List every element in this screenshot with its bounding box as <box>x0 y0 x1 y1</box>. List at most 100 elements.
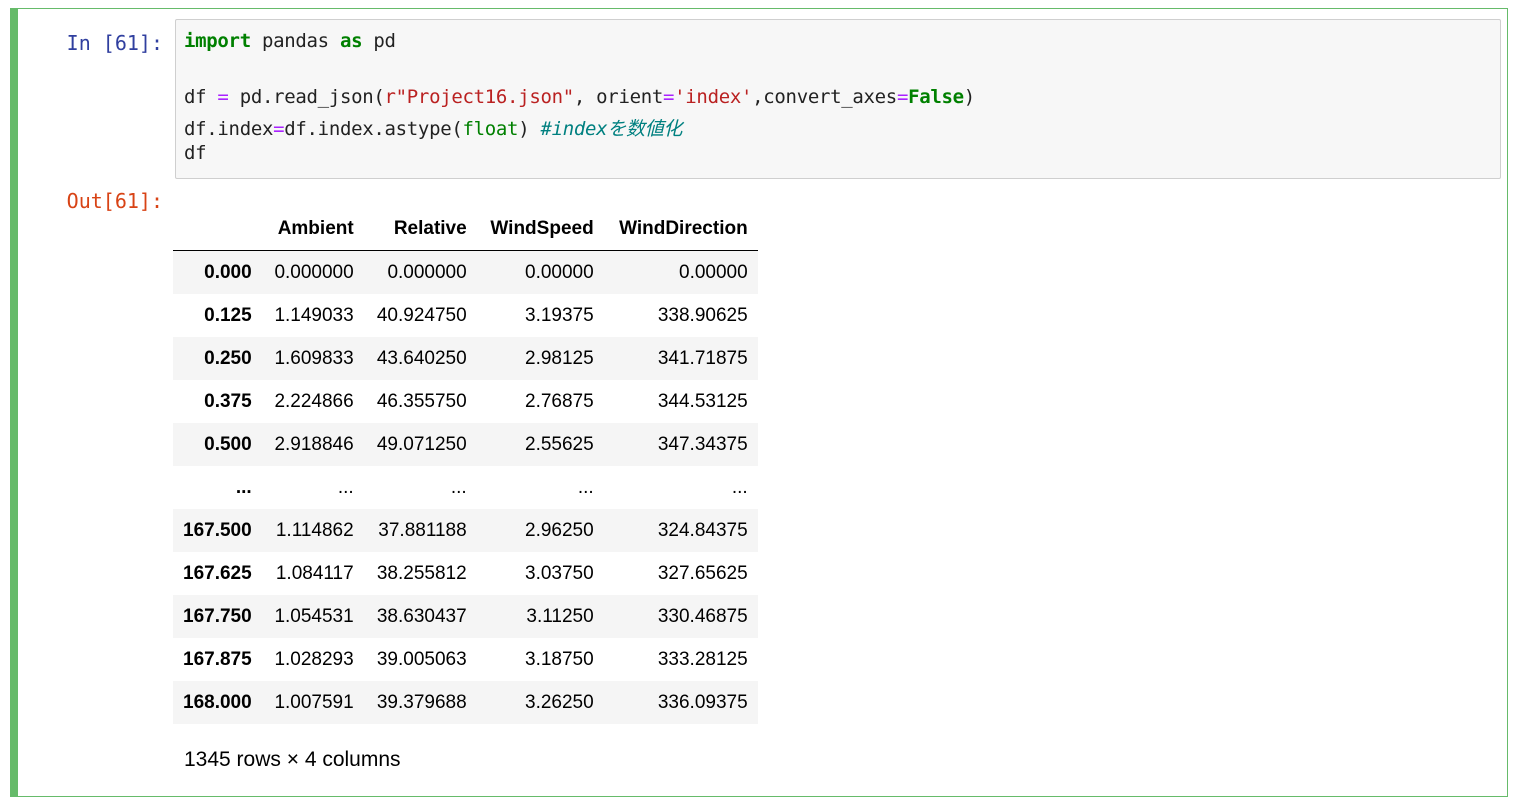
code-line-4: df <box>184 142 207 164</box>
code-token: pandas <box>250 30 340 52</box>
table-cell: 40.924750 <box>376 304 467 326</box>
row-index: ... <box>235 476 252 498</box>
table-cell: 3.03750 <box>525 562 594 584</box>
column-header: WindSpeed <box>476 208 604 251</box>
code-token: = <box>273 118 285 140</box>
table-cell: 3.26250 <box>525 691 594 713</box>
table-cell: 43.640250 <box>376 347 467 369</box>
code-token: 'index' <box>674 86 753 108</box>
table-cell: 2.76875 <box>525 390 594 412</box>
code-comment: #indexを数値化 <box>540 118 683 140</box>
code-token: ,convert_axes <box>752 86 897 108</box>
table-cell: 49.071250 <box>376 433 467 455</box>
table-cell: 1.084117 <box>275 562 354 584</box>
table-cell: 0.00000 <box>679 261 748 283</box>
table-cell: ... <box>337 476 354 498</box>
row-index: 167.750 <box>183 605 252 627</box>
table-cell: 2.55625 <box>525 433 594 455</box>
table-cell: 3.18750 <box>525 648 594 670</box>
table-cell: 1.007591 <box>274 691 354 713</box>
column-header: Ambient <box>261 208 364 251</box>
table-row: 167.500 1.114862 37.881188 2.96250 324.8… <box>173 509 758 552</box>
table-row: 0.375 2.224866 46.355750 2.76875 344.531… <box>173 380 758 423</box>
table-cell: ... <box>577 476 594 498</box>
row-index: 168.000 <box>183 691 252 713</box>
table-row: 0.500 2.918846 49.071250 2.55625 347.343… <box>173 423 758 466</box>
code-token: , orient <box>573 86 664 108</box>
code-token: ) <box>963 86 975 108</box>
row-index: 0.375 <box>204 390 252 412</box>
row-index: 167.625 <box>183 562 252 584</box>
table-cell: ... <box>731 476 748 498</box>
table-cell: 347.34375 <box>657 433 748 455</box>
table-cell: 1.609833 <box>274 347 354 369</box>
input-prompt: In [61]: <box>66 31 163 55</box>
table-cell: 3.11250 <box>526 605 594 627</box>
table-cell: 336.09375 <box>657 691 748 713</box>
dataframe-table: Ambient Relative WindSpeed WindDirection… <box>173 208 758 724</box>
table-header-row: Ambient Relative WindSpeed WindDirection <box>173 208 758 251</box>
code-token: float <box>462 118 519 140</box>
code-token: pd.read_json( <box>228 86 385 108</box>
column-header: WindDirection <box>603 208 758 251</box>
code-token: r"Project16.json" <box>384 86 575 108</box>
table-cell: 37.881188 <box>378 519 467 541</box>
code-token: df.index.astype( <box>284 118 463 140</box>
cell-selected-indicator <box>10 8 18 797</box>
table-row-ellipsis: ... ... ... ... ... <box>173 466 758 509</box>
table-cell: 330.46875 <box>657 605 748 627</box>
table-cell: 38.630437 <box>376 605 467 627</box>
table-cell: 3.19375 <box>525 304 594 326</box>
table-cell: 39.379688 <box>376 691 467 713</box>
table-cell: 2.96250 <box>525 519 594 541</box>
code-token: as <box>339 30 363 52</box>
row-index: 0.500 <box>204 433 252 455</box>
table-cell: 327.65625 <box>657 562 748 584</box>
code-line-1: import pandas as pd <box>184 30 396 52</box>
table-row: 167.750 1.054531 38.630437 3.11250 330.4… <box>173 595 758 638</box>
column-header <box>173 208 262 251</box>
table-row: 167.875 1.028293 39.005063 3.18750 333.2… <box>173 638 758 681</box>
table-cell: 1.054531 <box>274 605 354 627</box>
output-prompt: Out[61]: <box>66 189 163 213</box>
table-cell: 46.355750 <box>376 390 467 412</box>
code-token: df <box>184 86 218 108</box>
code-token: df <box>184 142 207 164</box>
code-token: import <box>184 30 251 52</box>
table-row: 168.000 1.007591 39.379688 3.26250 336.0… <box>173 681 758 724</box>
code-line-2: df = pd.read_json(r"Project16.json", ori… <box>184 86 975 108</box>
table-cell: 338.90625 <box>657 304 748 326</box>
table-cell: ... <box>450 476 467 498</box>
code-token: pd <box>362 30 396 52</box>
row-index: 167.500 <box>183 519 252 541</box>
row-index: 0.250 <box>204 347 252 369</box>
row-index: 0.125 <box>204 304 252 326</box>
code-input-area[interactable]: import pandas as pd df = pd.read_json(r"… <box>175 19 1501 179</box>
table-row: 0.000 0.000000 0.000000 0.00000 0.00000 <box>173 250 758 294</box>
table-cell: 324.84375 <box>657 519 748 541</box>
table-cell: 0.000000 <box>274 261 354 283</box>
table-cell: 38.255812 <box>376 562 467 584</box>
table-cell: 1.114862 <box>275 519 354 541</box>
table-cell: 2.918846 <box>274 433 354 455</box>
table-cell: 0.00000 <box>525 261 594 283</box>
code-token: = <box>217 86 229 108</box>
table-cell: 344.53125 <box>657 390 748 412</box>
code-token: df.index <box>184 118 274 140</box>
code-token: False <box>908 86 964 108</box>
column-header: Relative <box>363 208 477 251</box>
table-cell: 39.005063 <box>376 648 467 670</box>
table-cell: 333.28125 <box>657 648 748 670</box>
dataframe-shape-text: 1345 rows × 4 columns <box>184 748 401 771</box>
table-row: 167.625 1.084117 38.255812 3.03750 327.6… <box>173 552 758 595</box>
code-token: ) <box>518 118 541 140</box>
table-cell: 1.149033 <box>274 304 354 326</box>
table-cell: 341.71875 <box>657 347 748 369</box>
row-index: 167.875 <box>183 648 252 670</box>
table-cell: 2.224866 <box>274 390 354 412</box>
code-token: = <box>896 86 909 108</box>
code-line-3: df.index=df.index.astype(float) #indexを数… <box>184 114 682 141</box>
code-token: = <box>663 86 675 108</box>
table-row: 0.250 1.609833 43.640250 2.98125 341.718… <box>173 337 758 380</box>
table-row: 0.125 1.149033 40.924750 3.19375 338.906… <box>173 294 758 337</box>
